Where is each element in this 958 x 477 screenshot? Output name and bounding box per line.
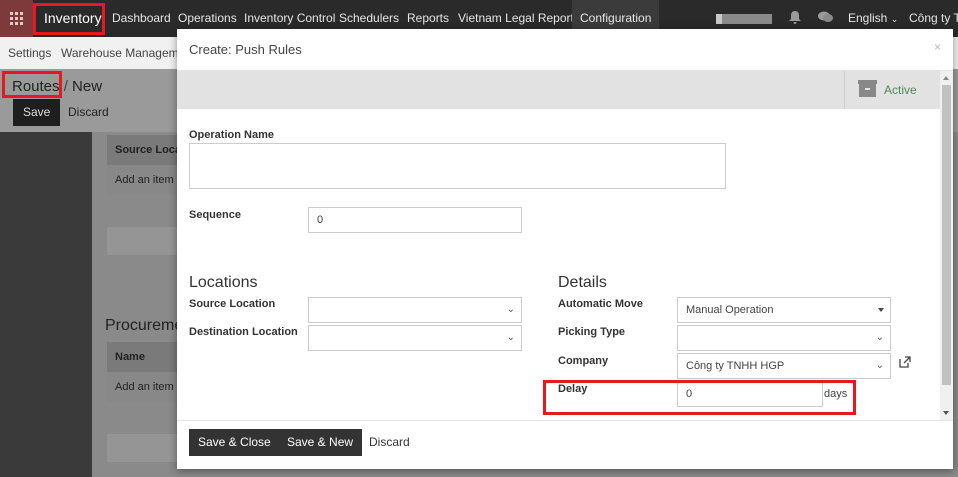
- sequence-label: Sequence: [189, 209, 241, 221]
- dialog-header: Create: Push Rules ×: [177, 29, 953, 71]
- scroll-up-arrow-icon[interactable]: [943, 76, 949, 80]
- destination-location-select[interactable]: ⌄: [308, 325, 522, 351]
- automatic-move-select[interactable]: Manual Operation: [677, 297, 891, 323]
- locations-section-title: Locations: [189, 274, 258, 291]
- apps-menu-button[interactable]: [0, 0, 33, 37]
- table-header-name: Name: [107, 342, 187, 372]
- operation-name-label: Operation Name: [189, 129, 274, 141]
- section-heading-procurement: Procureme: [105, 317, 184, 334]
- save-close-button[interactable]: Save & Close: [189, 429, 280, 456]
- dialog-scrollbar[interactable]: [940, 71, 953, 420]
- table-footer-2: [107, 434, 187, 462]
- subnav-warehouse-management[interactable]: Warehouse Management: [61, 46, 195, 60]
- delay-unit: days: [824, 388, 848, 400]
- destination-location-label: Destination Location: [189, 326, 298, 338]
- close-icon[interactable]: ×: [934, 40, 941, 54]
- source-location-select[interactable]: ⌄: [308, 297, 522, 323]
- dialog-footer: Save & Close Save & New Discard: [177, 420, 953, 469]
- background-save-button[interactable]: Save: [13, 99, 61, 126]
- app-brand-inventory[interactable]: Inventory: [44, 0, 102, 37]
- breadcrumb-separator: /: [63, 78, 68, 95]
- scroll-down-arrow-icon[interactable]: [943, 411, 949, 415]
- table-header-source-location: Source Loca: [107, 135, 187, 165]
- chevron-down-icon: ⌄: [506, 332, 515, 343]
- automatic-move-value: Manual Operation: [686, 304, 774, 316]
- picking-type-select[interactable]: ⌄: [677, 325, 891, 351]
- external-link-icon[interactable]: [899, 356, 911, 371]
- operation-name-input[interactable]: [189, 143, 726, 189]
- subnav-settings[interactable]: Settings: [8, 46, 51, 60]
- picking-type-label: Picking Type: [558, 326, 626, 338]
- background-discard-button[interactable]: Discard: [58, 99, 119, 126]
- add-item-link[interactable]: Add an item: [107, 165, 187, 195]
- source-location-label: Source Location: [189, 298, 276, 310]
- active-toggle-button[interactable]: Active: [844, 71, 940, 109]
- language-label: English: [848, 11, 888, 25]
- breadcrumb: Routes / New: [12, 78, 102, 95]
- chat-icon[interactable]: [818, 11, 833, 26]
- dialog-title: Create: Push Rules: [189, 42, 302, 57]
- automatic-move-label: Automatic Move: [558, 298, 643, 310]
- archive-icon: [858, 79, 877, 97]
- add-item-link-2[interactable]: Add an item: [107, 372, 187, 402]
- menu-dashboard[interactable]: Dashboard: [112, 0, 171, 37]
- details-section-title: Details: [558, 274, 607, 291]
- dropdown-triangle-icon: [878, 308, 884, 312]
- form-statusbar: Active: [177, 71, 940, 109]
- delay-label: Delay: [558, 383, 588, 395]
- save-new-button[interactable]: Save & New: [278, 429, 363, 456]
- table-footer: [107, 227, 187, 255]
- chevron-down-icon: ⌄: [875, 360, 884, 371]
- bell-icon[interactable]: [789, 11, 801, 27]
- scrollbar-thumb[interactable]: [942, 85, 951, 385]
- company-select[interactable]: Công ty TNHH HGP ⌄: [677, 353, 891, 379]
- dialog-discard-button[interactable]: Discard: [360, 429, 419, 456]
- create-push-rules-dialog: Create: Push Rules × Active Operation Na…: [177, 29, 953, 469]
- chevron-down-icon: ⌄: [875, 332, 884, 343]
- company-value: Công ty TNHH HGP: [686, 360, 785, 372]
- sequence-input[interactable]: 0: [308, 207, 522, 233]
- apps-grid-icon: [10, 12, 23, 25]
- breadcrumb-routes[interactable]: Routes: [12, 78, 60, 95]
- active-label: Active: [884, 83, 917, 97]
- progress-indicator: [716, 14, 772, 24]
- chevron-down-icon: ⌄: [890, 14, 899, 24]
- dialog-body: Active Operation Name Sequence 0 Locatio…: [177, 71, 940, 420]
- company-label: Company: [558, 355, 609, 367]
- delay-input[interactable]: 0: [677, 381, 823, 407]
- breadcrumb-new: New: [72, 78, 103, 95]
- chevron-down-icon: ⌄: [506, 304, 515, 315]
